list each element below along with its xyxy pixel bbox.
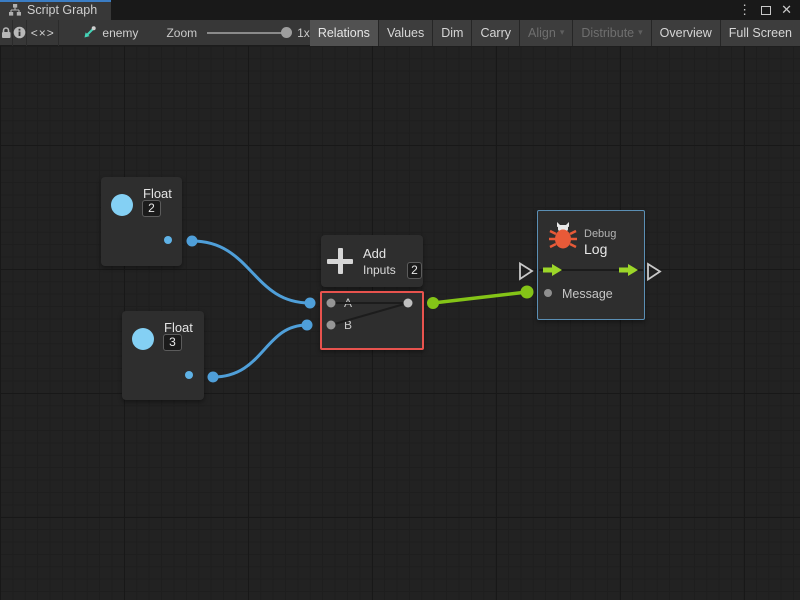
zoom-slider-handle[interactable] [281,27,292,38]
overview-button[interactable]: Overview [652,20,720,46]
node-title: Add [363,246,386,261]
close-icon[interactable]: ✕ [781,0,792,20]
script-graph-window: Script Graph ⋮ ✕ <×> [0,0,800,600]
wire-float2-to-add-b[interactable] [213,325,307,377]
tab-script-graph[interactable]: Script Graph [0,0,111,20]
dim-button[interactable]: Dim [433,20,471,46]
port-a-label: A [344,296,352,310]
wire-endpoint-dot[interactable] [302,320,313,331]
graph-canvas[interactable]: Float 2 Float 3 Add Inputs 2 A B [0,46,800,600]
window-controls: ⋮ ✕ [738,0,800,20]
menu-dots-icon[interactable]: ⋮ [738,0,751,20]
zoom-slider[interactable] [207,32,287,34]
node-debug-log[interactable]: Debug Log Message [537,210,645,320]
values-button[interactable]: Values [379,20,432,46]
active-tab-accent [0,0,111,2]
distribute-dropdown-button[interactable]: Distribute ▾ [573,20,650,46]
add-plus-icon [327,248,353,274]
wire-endpoint-dot[interactable] [305,298,316,309]
code-inspector-button[interactable]: <×> [27,20,59,46]
node-title: Log [584,241,607,257]
graph-asset-name: enemy [102,26,138,40]
lock-icon [0,26,12,39]
tab-title: Script Graph [27,3,97,17]
wire-float1-to-add-a[interactable] [192,241,310,303]
align-dropdown-button[interactable]: Align ▾ [520,20,572,46]
float-type-icon [111,194,133,216]
node-float-2[interactable]: Float 3 [122,311,204,400]
chevron-down-icon: ▾ [638,27,643,38]
script-graph-asset-icon [83,26,96,39]
node-add-ports-selected[interactable]: A B [320,291,424,350]
info-button[interactable] [13,20,27,46]
float-value-input[interactable]: 3 [163,334,182,351]
wire-endpoint-dot[interactable] [521,286,534,299]
toolbar-toggle-group: Relations Values Dim Carry Align ▾ Distr… [310,20,800,46]
node-title: Float [164,320,193,335]
wire-endpoint-dot[interactable] [427,297,439,309]
zoom-label: Zoom [166,26,197,40]
graph-hierarchy-icon [8,3,22,17]
node-float-1[interactable]: Float 2 [101,177,182,266]
relations-button[interactable]: Relations [310,20,378,46]
port-b-label: B [344,318,352,332]
node-title: Float [143,186,172,201]
float-value-input[interactable]: 2 [142,200,161,217]
info-icon [13,26,26,39]
flow-in-triangle-icon[interactable] [520,264,532,280]
chevron-down-icon: ▾ [560,27,565,38]
inputs-count-input[interactable]: 2 [407,262,422,279]
carry-button[interactable]: Carry [472,20,519,46]
lock-button[interactable] [0,20,13,46]
message-port-label: Message [562,287,613,301]
maximize-icon[interactable] [761,6,771,15]
wire-add-to-message[interactable] [433,292,527,303]
flow-out-triangle-icon[interactable] [648,264,660,280]
zoom-control: Zoom 1x [166,26,309,40]
node-add-header[interactable]: Add Inputs 2 [321,235,423,287]
full-screen-button[interactable]: Full Screen [721,20,800,46]
graph-toolbar: <×> enemy Zoom 1x Relations Values Dim C… [0,20,800,46]
inputs-label: Inputs [363,263,396,277]
wire-endpoint-dot[interactable] [208,372,219,383]
wire-endpoint-dot[interactable] [187,236,198,247]
graph-asset-reference[interactable]: enemy [83,26,138,40]
tab-bar: Script Graph ⋮ ✕ [0,0,800,20]
bug-icon [548,222,578,250]
zoom-value: 1x [297,26,310,40]
node-category: Debug [584,228,616,240]
float-type-icon [132,328,154,350]
